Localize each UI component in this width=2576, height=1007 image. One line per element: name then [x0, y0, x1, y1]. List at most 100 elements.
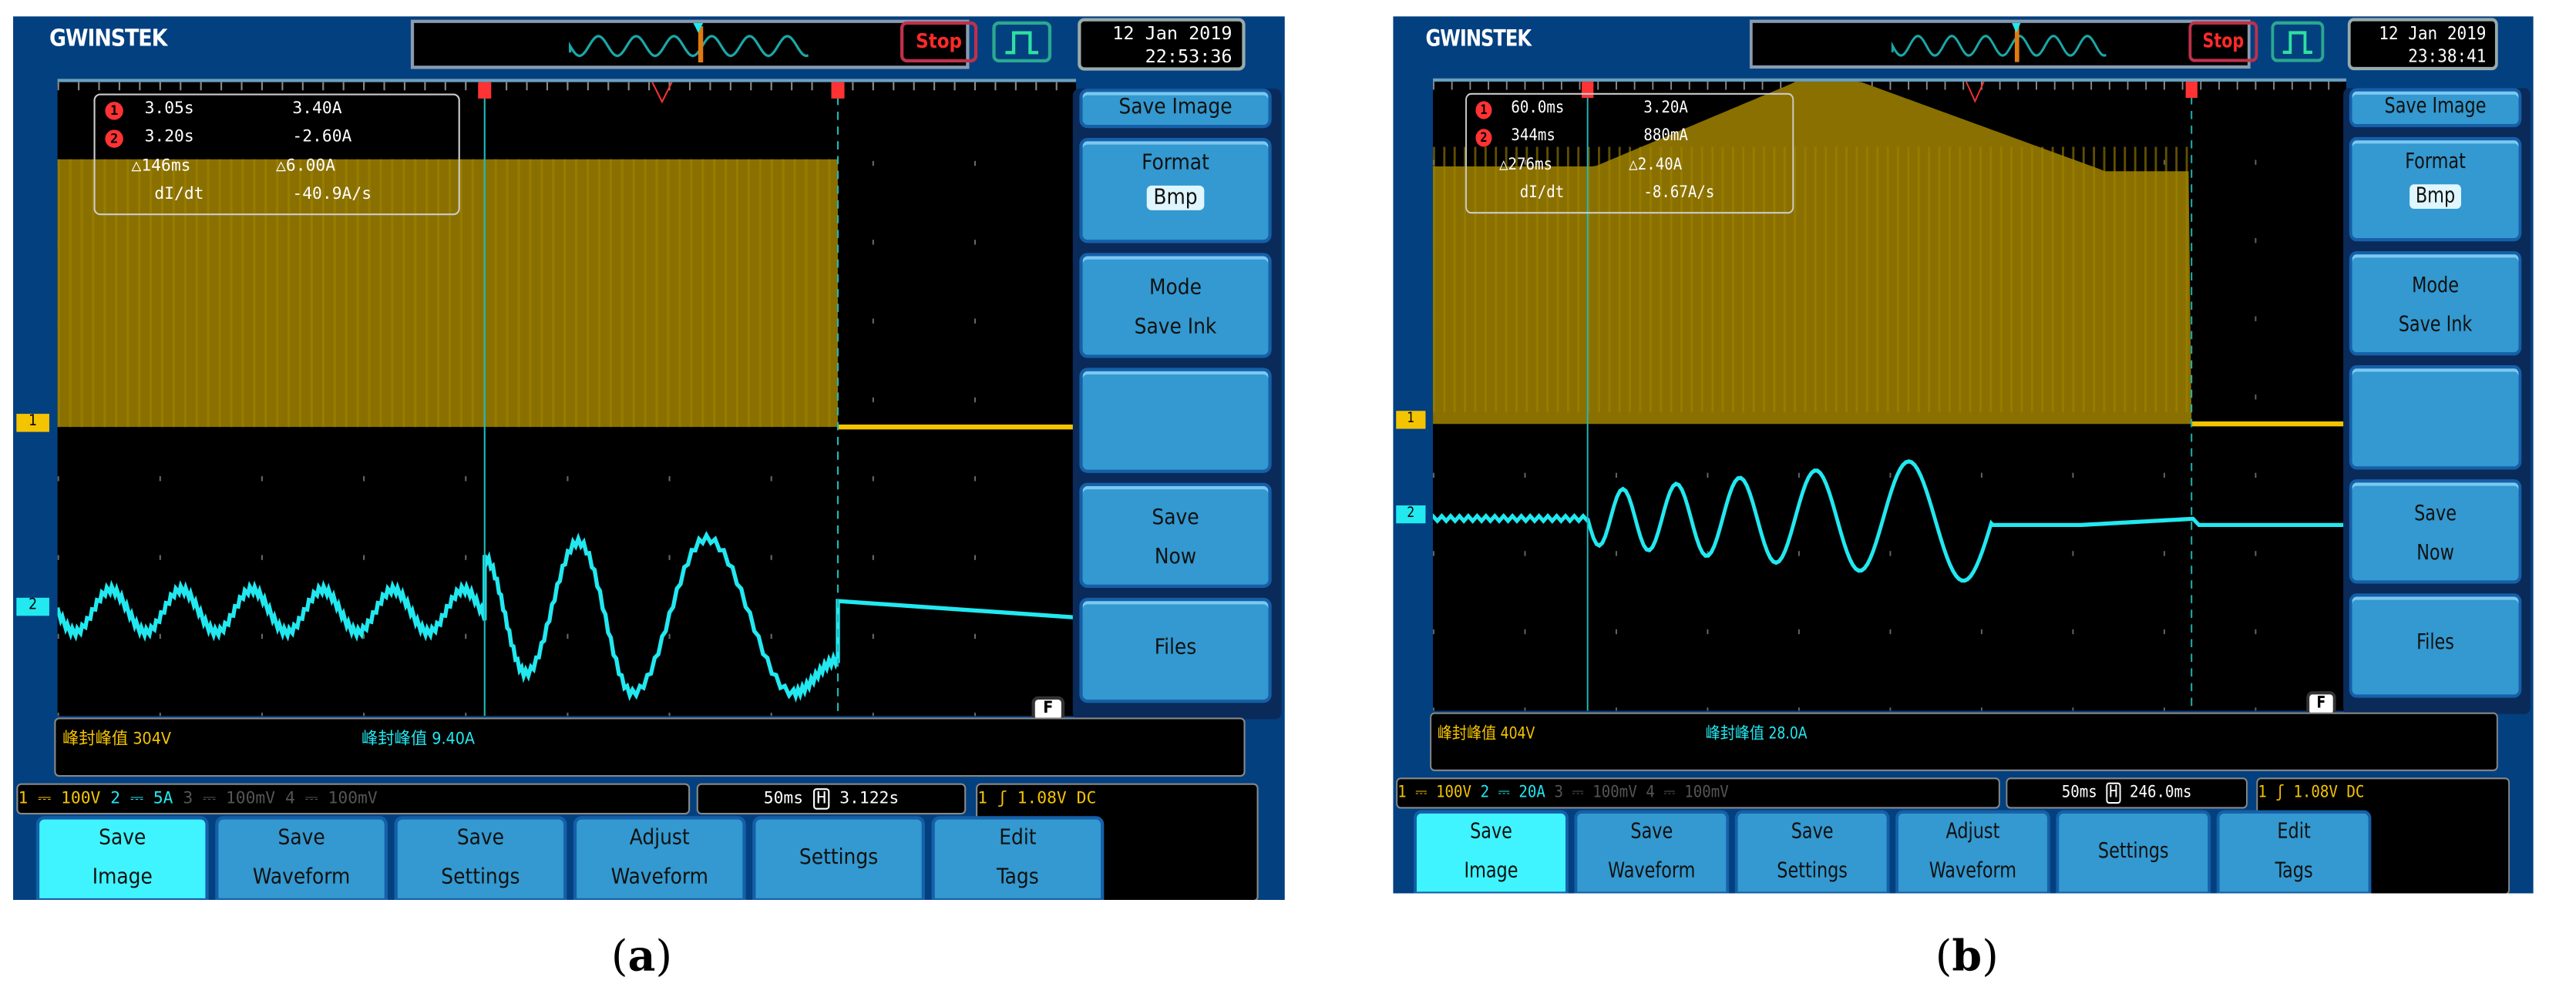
timebase-status[interactable]: 50ms H 3.122s: [697, 784, 967, 814]
run-stop-button[interactable]: Stop: [900, 22, 977, 62]
channel-status-bar[interactable]: 1 ⎓ 100V 2 ⎓ 5A 3 ⎓ 100mV 4 ⎓ 100mV: [16, 784, 690, 814]
ch1-envelope-stripe: [1928, 147, 1930, 413]
softkey-save-waveform[interactable]: Save Waveform: [1574, 811, 1729, 894]
ruler-tick: [1725, 82, 1727, 90]
menu-format[interactable]: FormatBmp: [2349, 137, 2522, 241]
ch1-envelope-stripe: [69, 159, 72, 427]
run-stop-button[interactable]: Stop: [2188, 22, 2258, 62]
ch1-envelope-stripe: [2041, 147, 2043, 413]
ch1-envelope-stripe: [2175, 147, 2177, 413]
ch1-envelope-stripe: [1969, 147, 1972, 413]
softkey-adjust-waveform[interactable]: Adjust Waveform: [1895, 811, 2050, 894]
ch1-envelope-stripe: [2186, 147, 2188, 413]
grid-dot: [363, 476, 365, 481]
grid-dot: [2072, 473, 2073, 478]
single-trigger-button[interactable]: [2271, 22, 2324, 62]
grid-dot: [873, 555, 874, 559]
cursor2-icon: 2: [105, 129, 123, 147]
ch1-envelope-stripe: [1918, 147, 1920, 413]
menu-save-now[interactable]: SaveNow: [2349, 479, 2522, 583]
menu-mode[interactable]: ModeSave Ink: [2349, 251, 2522, 355]
horizontal-position: 246.0ms: [2130, 784, 2192, 802]
softkey-edit-tags[interactable]: Edit Tags: [2217, 811, 2372, 894]
ch1-envelope-stripe: [1433, 147, 1435, 413]
softkey-line1: Edit: [2220, 814, 2369, 853]
ch1-envelope-stripe: [805, 159, 807, 427]
save-now-line1: Save: [2414, 502, 2457, 527]
grid-dot: [668, 476, 670, 481]
measurement-readout-bar: 峰封峰值 304V 峰封峰值 9.40A: [54, 717, 1245, 777]
grid-dot: [1981, 629, 1982, 634]
softkey-save-settings[interactable]: Save Settings: [395, 816, 567, 900]
ruler-tick: [1488, 82, 1489, 90]
ch1-envelope-stripe: [1979, 147, 1982, 413]
ruler-tick: [791, 82, 792, 91]
ch2-ground-marker[interactable]: 2: [16, 598, 49, 616]
cursor1-icon: 1: [1475, 101, 1491, 119]
softkey-save-image[interactable]: Save Image: [1414, 811, 1569, 894]
ch1-envelope-stripe: [2052, 147, 2054, 413]
menu-save-now[interactable]: SaveNow: [1079, 483, 1271, 588]
grid-dot: [1433, 551, 1434, 556]
didt-value: -40.9A/s: [292, 186, 372, 203]
softkey-settings[interactable]: Settings: [752, 816, 925, 900]
single-trigger-button[interactable]: [992, 22, 1051, 62]
softkey-edit-tags[interactable]: Edit Tags: [932, 816, 1105, 900]
ruler-tick: [1926, 82, 1928, 90]
ch1-envelope-stripe: [1897, 147, 1899, 413]
ruler-tick: [2273, 82, 2275, 90]
grid-dot: [1798, 707, 1800, 710]
waveform-overview-bar[interactable]: [1750, 20, 2251, 69]
ch1-envelope-stripe: [80, 159, 82, 427]
grid-dot: [1616, 707, 1617, 710]
ruler-tick: [2127, 82, 2129, 90]
ch1-envelope-stripe: [713, 159, 715, 427]
trigger-level: 1.08V: [1017, 790, 1067, 807]
menu-mode[interactable]: ModeSave Ink: [1079, 253, 1271, 357]
ch1-ground-marker[interactable]: 1: [1396, 411, 1425, 428]
ch3-label: 3: [1554, 784, 1563, 802]
ruler-tick: [607, 82, 609, 91]
grid-dot: [2072, 551, 2073, 556]
grid-dot: [58, 634, 59, 639]
menu-files[interactable]: Files: [2349, 593, 2522, 697]
menu-files[interactable]: Files: [1079, 598, 1271, 703]
ruler-tick: [2200, 82, 2201, 90]
ch1-envelope-stripe: [2031, 147, 2033, 413]
softkey-save-settings[interactable]: Save Settings: [1735, 811, 1890, 894]
grid-dot: [1707, 629, 1708, 634]
grid-dot: [261, 713, 263, 716]
ch1-envelope-stripe: [575, 159, 577, 427]
side-menu: Save Image FormatBmp ModeSave Ink SaveNo…: [1073, 89, 1282, 719]
softkey-save-image[interactable]: Save Image: [36, 816, 209, 900]
softkey-settings[interactable]: Settings: [2056, 811, 2211, 894]
grid-dot: [1525, 629, 1526, 634]
channel-status-bar[interactable]: 1 ⎓ 100V 2 ⎓ 20A 3 ⎓ 100mV 4 ⎓ 100mV: [1396, 777, 2000, 808]
timebase-status[interactable]: 50ms H 246.0ms: [2006, 777, 2247, 808]
ch3-coupling-icon: ⎓: [203, 790, 216, 807]
ruler-tick: [1433, 82, 1434, 90]
ch1-envelope-stripe: [1443, 147, 1445, 413]
softkey-line1: Save: [39, 820, 205, 859]
ruler-tick: [2310, 82, 2312, 90]
ruler-tick: [322, 82, 324, 91]
pulse-icon: [996, 25, 1048, 59]
ruler-tick: [546, 82, 548, 91]
waveform-overview-bar[interactable]: [411, 20, 970, 69]
ch1-envelope-stripe: [517, 159, 520, 427]
softkey-save-waveform[interactable]: Save Waveform: [215, 816, 388, 900]
ch2-label: 2: [110, 790, 120, 807]
menu-blank[interactable]: [1079, 368, 1271, 472]
ch2-ground-marker[interactable]: 2: [1396, 505, 1425, 523]
ruler-tick: [2328, 82, 2329, 90]
ch1-ground-marker[interactable]: 1: [16, 414, 49, 431]
ruler-tick: [893, 82, 894, 91]
grid-dot: [668, 555, 670, 559]
cursor2-marker: [2186, 82, 2198, 98]
menu-format[interactable]: FormatBmp: [1079, 138, 1271, 243]
menu-blank[interactable]: [2349, 365, 2522, 469]
grid-dot: [1433, 707, 1434, 710]
ch2-peak-to-peak: 峰封峰值 28.0A: [1706, 726, 1808, 744]
ruler-tick: [506, 82, 507, 91]
softkey-adjust-waveform[interactable]: Adjust Waveform: [573, 816, 746, 900]
